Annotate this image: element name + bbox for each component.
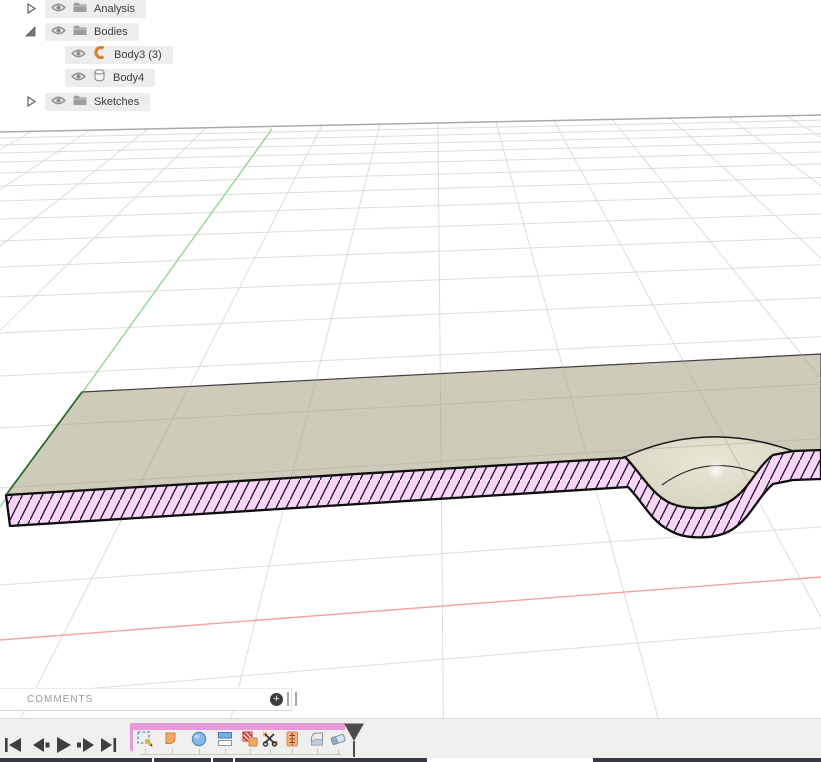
folder-icon <box>73 0 87 18</box>
surface-body-icon <box>93 68 106 87</box>
timeline-bar <box>0 718 821 759</box>
boundary-fill-feature-icon[interactable] <box>308 730 326 748</box>
timeline-playback-controls <box>5 737 117 753</box>
comments-label: COMMENTS <box>27 694 94 705</box>
eye-visibility-icon[interactable] <box>51 93 66 111</box>
scroll-thumb[interactable] <box>427 758 593 762</box>
tree-item-label[interactable]: Body4 <box>113 72 144 84</box>
ruler-tick <box>199 749 200 754</box>
skip-to-start-button[interactable] <box>5 738 21 752</box>
skip-to-end-button[interactable] <box>101 738 117 752</box>
tree-item-label[interactable]: Bodies <box>94 26 128 38</box>
folder-icon <box>73 93 87 111</box>
solid-body-icon <box>93 45 107 64</box>
folder-icon <box>73 23 87 41</box>
expand-chevron-icon[interactable] <box>24 2 37 15</box>
eye-visibility-icon[interactable] <box>51 23 66 41</box>
tree-item-label[interactable]: Sketches <box>94 96 139 108</box>
bottom-scroll-strip[interactable] <box>0 758 821 762</box>
tree-item-label[interactable]: Body3 (3) <box>114 49 162 61</box>
combine-cut-feature-icon[interactable] <box>241 730 259 748</box>
ruler-tick <box>225 749 226 754</box>
specular-highlight <box>707 461 725 479</box>
eye-visibility-icon[interactable] <box>51 0 66 18</box>
play-button[interactable] <box>57 737 71 753</box>
timeline-playhead-marker[interactable] <box>340 722 370 758</box>
fusion360-window: Analysis Bodies Body3 (3) Body4 Sketches… <box>0 0 821 762</box>
trim-feature-icon[interactable] <box>261 730 279 748</box>
comments-resize-grip[interactable] <box>287 692 297 706</box>
collapse-chevron-icon[interactable] <box>24 25 37 38</box>
timeline-group-band[interactable] <box>133 723 345 730</box>
ruler-tick <box>270 749 271 754</box>
ruler-tick <box>172 749 173 754</box>
ruler-tick <box>292 749 293 754</box>
ruler-tick <box>250 749 251 754</box>
ruler-tick <box>317 749 318 754</box>
sphere-feature-icon[interactable] <box>190 730 208 748</box>
scroll-tick <box>211 758 213 762</box>
timeline-group-band-edge <box>130 723 133 751</box>
timeline-ruler <box>140 754 342 755</box>
stitch-feature-icon[interactable] <box>283 730 301 748</box>
eye-visibility-icon[interactable] <box>71 46 86 64</box>
tree-item-label[interactable]: Analysis <box>94 3 135 15</box>
step-back-button[interactable] <box>33 738 50 752</box>
eye-visibility-icon[interactable] <box>71 69 86 87</box>
step-forward-button[interactable] <box>77 738 94 752</box>
scroll-tick <box>152 758 154 762</box>
split-body-feature-icon[interactable] <box>216 730 234 748</box>
scroll-tick <box>233 758 235 762</box>
expand-chevron-icon[interactable] <box>24 95 37 108</box>
sketch-feature-icon[interactable] <box>136 730 154 748</box>
ruler-tick <box>145 749 146 754</box>
x-axis-red <box>0 576 821 641</box>
comments-bar: COMMENTS + <box>0 688 297 711</box>
ruler-tick <box>338 749 339 754</box>
add-comment-button[interactable]: + <box>270 693 283 706</box>
thicken-feature-icon[interactable] <box>163 730 181 748</box>
